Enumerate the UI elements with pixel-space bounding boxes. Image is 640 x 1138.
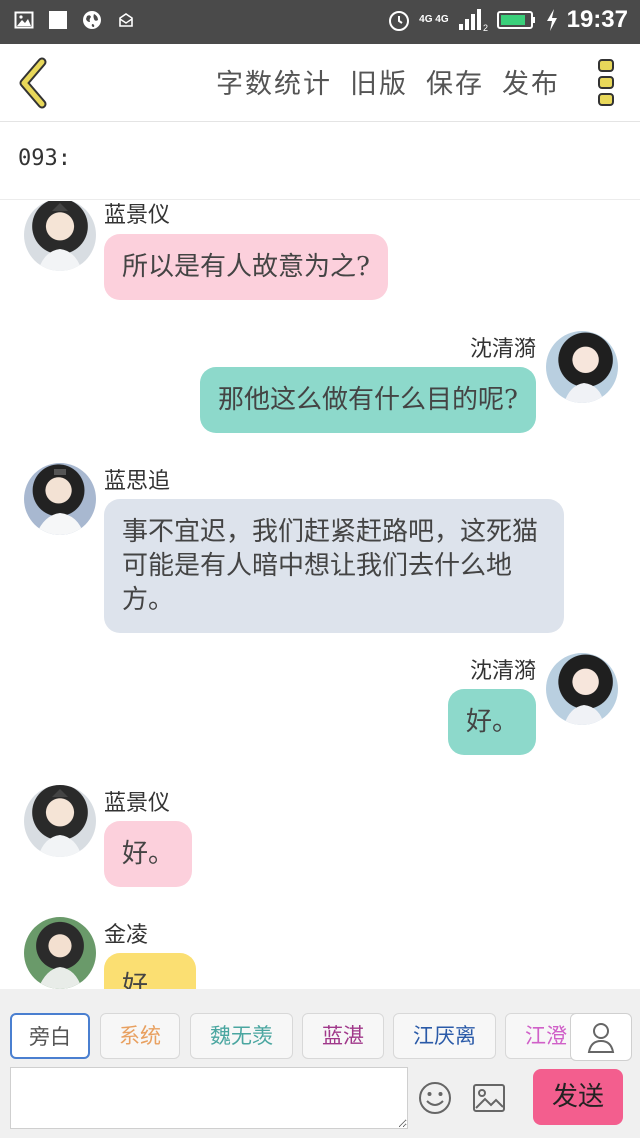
message-left: 金凌 好 bbox=[0, 917, 640, 989]
clock: 19:37 bbox=[566, 6, 628, 33]
message-right: 沈清漪 好。 bbox=[0, 651, 640, 761]
avatar[interactable] bbox=[546, 331, 618, 403]
sender-name: 沈清漪 bbox=[469, 337, 536, 362]
message-left: 蓝景仪 所以是有人故意为之? bbox=[0, 201, 640, 311]
chevron-left-icon[interactable] bbox=[14, 56, 54, 110]
avatar[interactable] bbox=[24, 917, 96, 989]
picture-icon[interactable] bbox=[472, 1083, 506, 1113]
alarm-icon bbox=[389, 11, 410, 31]
message-left: 蓝思追 事不宜迟，我们赶紧赶路吧，这死猫可能是有人暗中想让我们去什么地方。 bbox=[0, 463, 640, 633]
signal-icon: 2 bbox=[458, 9, 488, 32]
message-bubble[interactable]: 事不宜迟，我们赶紧赶路吧，这死猫可能是有人暗中想让我们去什么地方。 bbox=[104, 499, 564, 633]
sender-name: 蓝景仪 bbox=[104, 791, 171, 816]
save-button[interactable]: 保存 bbox=[426, 62, 484, 101]
avatar[interactable] bbox=[546, 653, 618, 725]
sim-index: 2 bbox=[483, 23, 488, 32]
role-chip[interactable]: 魏无羡 bbox=[190, 1013, 293, 1059]
role-chip[interactable]: 蓝湛 bbox=[302, 1013, 384, 1059]
chat-area[interactable]: 蓝景仪 所以是有人故意为之? 沈清漪 那他这么做有什么目的呢? 蓝思追 事不宜迟… bbox=[0, 201, 640, 989]
status-bar: 4G 4G 2 19:37 bbox=[0, 0, 640, 44]
sender-name: 蓝思追 bbox=[104, 469, 171, 494]
toolbar-actions: 字数统计 旧版 保存 发布 bbox=[216, 62, 560, 101]
sender-name: 沈清漪 bbox=[469, 659, 536, 684]
status-right-icons: 4G 4G 2 19:37 bbox=[387, 6, 628, 34]
role-chip[interactable]: 旁白 bbox=[10, 1013, 90, 1059]
charging-icon bbox=[546, 9, 557, 31]
message-right: 沈清漪 那他这么做有什么目的呢? bbox=[0, 329, 640, 439]
message-bubble[interactable]: 所以是有人故意为之? bbox=[104, 234, 388, 300]
globe-icon bbox=[83, 11, 101, 29]
composer-panel: 旁白 系统 魏无羡 蓝湛 江厌离 江澄 发送 bbox=[0, 989, 640, 1138]
user-icon bbox=[587, 1023, 615, 1053]
message-input[interactable] bbox=[10, 1067, 408, 1129]
avatar[interactable] bbox=[24, 463, 96, 535]
mail-icon bbox=[119, 13, 133, 27]
chapter-title: 093: bbox=[18, 146, 71, 171]
more-vertical-icon[interactable] bbox=[596, 56, 618, 110]
role-chip[interactable]: 系统 bbox=[100, 1013, 180, 1059]
chapter-title-field[interactable]: 093: bbox=[0, 122, 640, 200]
avatar[interactable] bbox=[24, 201, 96, 271]
message-bubble[interactable]: 好。 bbox=[447, 689, 536, 755]
message-bubble[interactable]: 好 bbox=[104, 953, 196, 989]
add-role-button[interactable] bbox=[570, 1013, 632, 1061]
battery-icon bbox=[496, 11, 535, 29]
sender-name: 金凌 bbox=[104, 923, 149, 948]
message-bubble[interactable]: 那他这么做有什么目的呢? bbox=[200, 367, 536, 433]
role-chip[interactable]: 江厌离 bbox=[393, 1013, 496, 1059]
send-button[interactable]: 发送 bbox=[533, 1069, 623, 1125]
word-count-button[interactable]: 字数统计 bbox=[216, 62, 332, 101]
square-icon bbox=[49, 11, 67, 29]
smiley-icon[interactable] bbox=[418, 1081, 452, 1115]
message-left: 蓝景仪 好。 bbox=[0, 785, 640, 895]
role-selector: 旁白 系统 魏无羡 蓝湛 江厌离 江澄 bbox=[0, 1013, 640, 1061]
message-bubble[interactable]: 好。 bbox=[104, 821, 193, 887]
old-version-button[interactable]: 旧版 bbox=[350, 62, 408, 101]
avatar[interactable] bbox=[24, 785, 96, 857]
sender-name: 蓝景仪 bbox=[104, 203, 171, 228]
status-left-icons bbox=[14, 10, 136, 30]
network-type: 4G 4G bbox=[419, 14, 449, 25]
publish-button[interactable]: 发布 bbox=[502, 62, 560, 101]
editor-toolbar: 字数统计 旧版 保存 发布 bbox=[0, 44, 640, 122]
image-icon bbox=[14, 11, 34, 29]
